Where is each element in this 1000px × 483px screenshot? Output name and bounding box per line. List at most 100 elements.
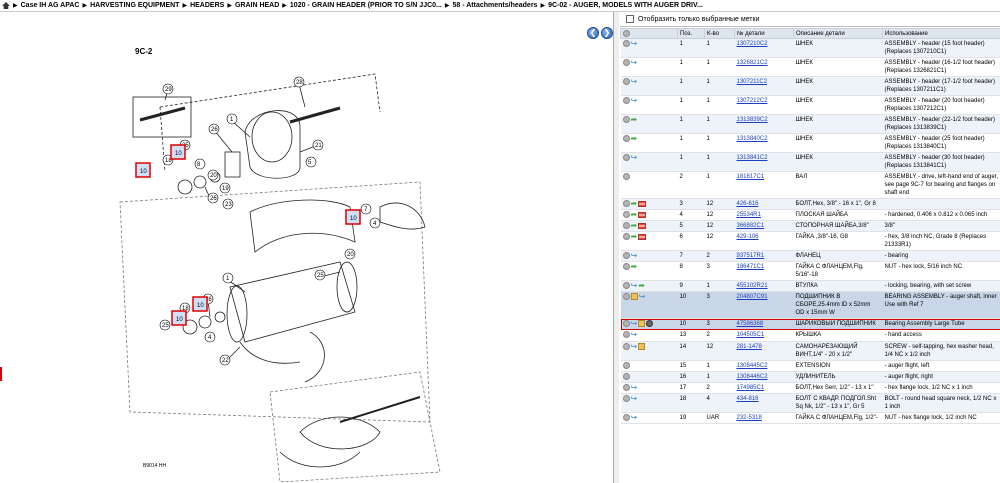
part-number-link[interactable]: 1307211C2 xyxy=(737,79,768,85)
circle-icon[interactable] xyxy=(622,40,630,47)
table-row[interactable]: ↪ 19 UAR 232-5318 ГАЙКА С ФЛАНЦЕМ,Flg, 1/2"-… xyxy=(620,412,1000,424)
col-part-number[interactable]: № детали xyxy=(734,28,794,39)
circle-icon[interactable] xyxy=(622,320,630,328)
home-icon[interactable] xyxy=(2,2,10,9)
circle-icon[interactable] xyxy=(622,331,630,339)
table-row[interactable]: ➦ 3 12 426-616 БОЛТ,Hex, 3/8" - 16 x 1", Gr … xyxy=(620,198,1000,211)
show-selected-only-checkbox[interactable] xyxy=(626,15,634,23)
part-number-link[interactable]: 1313840C2 xyxy=(737,136,768,142)
settings-icon[interactable] xyxy=(623,29,630,37)
circle-icon[interactable] xyxy=(622,383,630,391)
table-row[interactable]: ➦ 6 12 429-106 ГАЙКА ,3/8"-16, G8- hex, 3/8 … xyxy=(620,231,1000,252)
circle-icon[interactable] xyxy=(622,394,630,402)
part-number-link[interactable]: 1308445C2 xyxy=(737,363,768,369)
part-number-link[interactable]: 1326821C2 xyxy=(737,60,768,66)
table-row[interactable]: ↪ 1 1 1313841C2 ШНЕК ASSEMBLY - header (30 fo… xyxy=(620,152,1000,172)
arrow-icon[interactable]: ↪ xyxy=(631,413,638,421)
table-row[interactable]: ➦ 1 1 1313840C2 ШНЕК ASSEMBLY - header (25 fo… xyxy=(620,133,1000,153)
part-number-link[interactable]: 47586368 xyxy=(737,321,764,327)
breadcrumb-item[interactable]: HARVESTING EQUIPMENT xyxy=(90,2,179,9)
add-to-cart-icon[interactable]: ➦ xyxy=(631,135,638,143)
table-row[interactable]: ➦ 8 3 186471C1 ГАЙКА С ФЛАНЦЕМ,Flg, 5/16"-18… xyxy=(620,261,1000,282)
table-row[interactable]: ↪ 17 2 174985C1 БОЛТ,Hex Serr, 1/2" - 13 x 1… xyxy=(620,382,1000,394)
col-icons[interactable] xyxy=(620,28,678,39)
table-row[interactable]: ↪ 10 3 204807C91 ПОДШИПНИК В СБОРЕ,25.4mm ID… xyxy=(620,291,1000,320)
box-icon[interactable] xyxy=(630,293,638,301)
table-row[interactable]: ↪ 1 1 1326821C2 ШНЕК ASSEMBLY - header (16-1/… xyxy=(620,57,1000,77)
table-row[interactable]: ↪ 1 1 1307210C2 ШНЕК ASSEMBLY - header (15 fo… xyxy=(620,38,1000,58)
flag-icon[interactable] xyxy=(638,222,647,229)
part-number-link[interactable]: 25534R1 xyxy=(737,212,761,218)
arrow-icon[interactable]: ↪ xyxy=(631,383,638,391)
table-row[interactable]: ➦ 1 1 1313839C2 ШНЕК ASSEMBLY - header (22-1/… xyxy=(620,114,1000,134)
col-qty[interactable]: К-во xyxy=(704,28,735,39)
circle-icon[interactable] xyxy=(622,252,630,260)
part-number-link[interactable]: 1313839C2 xyxy=(737,117,768,123)
part-number-link[interactable]: 281-1478 xyxy=(737,344,762,350)
circle-icon[interactable] xyxy=(622,135,630,142)
flag-icon[interactable] xyxy=(638,211,647,218)
part-number-link[interactable]: 181817C1 xyxy=(737,174,765,180)
part-number-link[interactable]: 434-816 xyxy=(737,396,759,402)
arrow-icon[interactable]: ↪ xyxy=(631,331,638,339)
arrow-icon[interactable]: ↪ xyxy=(631,97,638,105)
circle-icon[interactable] xyxy=(622,211,630,219)
add-to-cart-icon[interactable]: ➦ xyxy=(631,263,638,271)
col-pos[interactable]: Поз. xyxy=(677,28,705,39)
circle-icon[interactable] xyxy=(622,116,630,123)
add-to-cart-icon[interactable]: ➦ xyxy=(638,282,645,290)
arrow-icon[interactable]: ↪ xyxy=(639,293,646,301)
arrow-icon[interactable]: ↪ xyxy=(631,282,638,290)
table-row[interactable]: ↪ 13 2 104505C1 КРЫШКА - hand access xyxy=(620,329,1000,342)
circle-icon[interactable] xyxy=(622,154,630,161)
table-row[interactable]: ➦ 4 12 25534R1 ПЛОСКАЯ ШАЙБА - hardened, 0.40… xyxy=(620,209,1000,222)
circle-icon[interactable] xyxy=(622,282,630,290)
box-icon[interactable] xyxy=(638,342,646,350)
breadcrumb-item[interactable]: HEADERS xyxy=(190,2,224,9)
circle-icon[interactable] xyxy=(622,59,630,66)
flag-icon[interactable] xyxy=(638,200,647,207)
circle-icon[interactable] xyxy=(622,342,630,350)
part-number-link[interactable]: 104505C1 xyxy=(737,332,765,338)
arrow-icon[interactable]: ↪ xyxy=(631,59,638,67)
breadcrumb-item[interactable]: 58 - Attachments/headers xyxy=(453,2,538,9)
circle-icon[interactable] xyxy=(622,222,630,230)
arrow-icon[interactable]: ↪ xyxy=(631,342,638,350)
arrow-icon[interactable]: ↪ xyxy=(631,154,638,162)
diagram-pane[interactable]: ❮ ❯ 9C-2 29 28 1 26 21 18 5 20 8 19 26 2… xyxy=(0,12,614,483)
col-usage[interactable]: Использование xyxy=(882,28,1000,39)
part-number-link[interactable]: 426-616 xyxy=(737,201,759,207)
add-to-cart-icon[interactable]: ➦ xyxy=(631,222,638,230)
arrow-icon[interactable]: ↪ xyxy=(631,40,638,48)
arrow-icon[interactable]: ↪ xyxy=(631,394,638,402)
table-row[interactable]: 16 1 1308446C2 УДЛИНИТЕЛЬ - auger flight, ri… xyxy=(620,371,1000,383)
table-row[interactable]: 2 1 181817C1 ВАЛ ASSEMBLY - drive, left-hand… xyxy=(620,171,1000,199)
table-row[interactable]: ➦ 5 12 366882C1 СТОПОРНАЯ ШАЙБА,3/8" 3/8" xyxy=(620,220,1000,233)
circle-icon[interactable] xyxy=(622,97,630,104)
part-number-link[interactable]: 937517R1 xyxy=(737,253,765,259)
part-number-link[interactable]: 186471C1 xyxy=(737,264,765,270)
table-row[interactable]: ↪ 10 3 47586368 ШАРИКОВЫЙ ПОДШИПНИК Bearing A… xyxy=(620,318,1000,331)
gear-icon[interactable] xyxy=(646,320,654,328)
circle-icon[interactable] xyxy=(622,372,630,380)
table-row[interactable]: ↪ 1 1 1307212C2 ШНЕК ASSEMBLY - header (20 fo… xyxy=(620,95,1000,115)
circle-icon[interactable] xyxy=(622,413,630,421)
circle-icon[interactable] xyxy=(622,263,630,271)
add-to-cart-icon[interactable]: ➦ xyxy=(631,116,638,124)
part-number-link[interactable]: 455102R21 xyxy=(737,283,768,289)
breadcrumb-item[interactable]: GRAIN HEAD xyxy=(235,2,279,9)
flag-icon[interactable] xyxy=(638,233,647,240)
table-row[interactable]: ↪➦ 9 1 455102R21 ВТУЛКА - locking, bearing, w… xyxy=(620,280,1000,293)
box-icon[interactable] xyxy=(638,320,646,328)
part-number-link[interactable]: 366882C1 xyxy=(737,223,765,229)
scrollbar[interactable] xyxy=(614,12,619,483)
part-number-link[interactable]: 204807C91 xyxy=(737,294,768,300)
part-number-link[interactable]: 429-106 xyxy=(737,234,759,240)
arrow-icon[interactable]: ↪ xyxy=(631,252,638,260)
table-row[interactable]: ↪ 18 4 434-816 БОЛТ С КВАДР. ПОДГОЛ.Sht Sq N… xyxy=(620,393,1000,413)
add-to-cart-icon[interactable]: ➦ xyxy=(631,233,638,241)
part-number-link[interactable]: 174985C1 xyxy=(737,385,765,391)
breadcrumb-item[interactable]: Case IH AG APAC xyxy=(21,2,80,9)
part-number-link[interactable]: 1307212C2 xyxy=(737,98,768,104)
breadcrumb-item[interactable]: 9C-02 - AUGER, MODELS WITH AUGER DRIV... xyxy=(548,2,703,9)
